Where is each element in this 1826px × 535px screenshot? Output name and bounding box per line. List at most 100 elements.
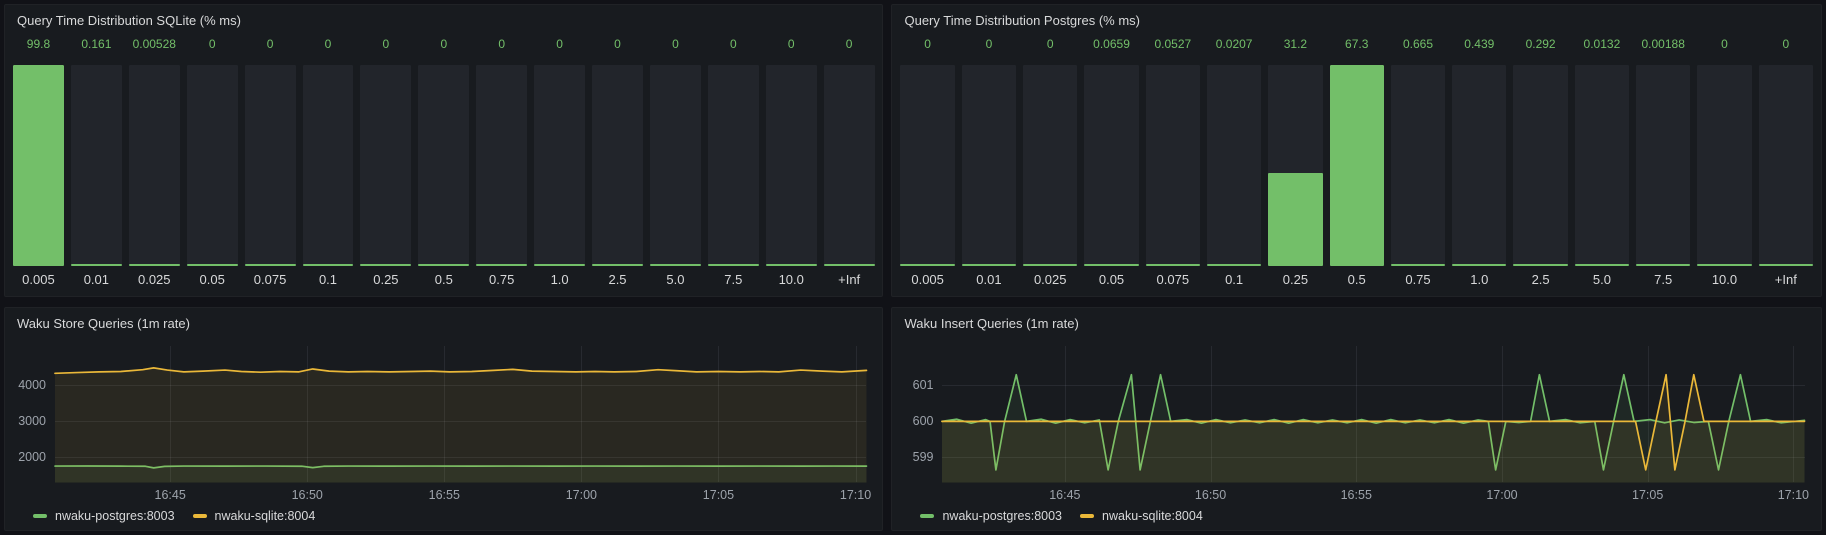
time-series-canvas <box>55 346 866 482</box>
panel-waku-store-queries: Waku Store Queries (1m rate) 20003000400… <box>4 307 883 531</box>
bar-fill <box>245 264 296 266</box>
bar-track <box>476 65 527 266</box>
bar-value-label: 0.0659 <box>1084 35 1138 53</box>
panel-title-insert-queries[interactable]: Waku Insert Queries (1m rate) <box>892 308 1821 336</box>
bar-track <box>592 65 643 266</box>
bar-track <box>1330 65 1384 266</box>
legend-item-nwaku-postgres:8003[interactable]: nwaku-postgres:8003 <box>33 509 175 523</box>
x-axis-tick-label: 17:00 <box>566 488 597 502</box>
bar-fill <box>1759 264 1813 266</box>
bar-track <box>708 65 759 266</box>
bar-track <box>962 65 1016 266</box>
bar-track <box>13 65 64 266</box>
bar-bucket-label: 0.05 <box>187 266 238 292</box>
bar-column: 0+Inf <box>1759 35 1813 292</box>
bar-value-label: 0 <box>476 35 527 53</box>
bar-bucket-label: 0.01 <box>71 266 122 292</box>
x-axis-tick-label: 17:05 <box>703 488 734 502</box>
panel-title-postgres-distribution[interactable]: Query Time Distribution Postgres (% ms) <box>892 5 1821 33</box>
bar-fill <box>824 264 875 266</box>
y-axis-tick-label: 4000 <box>18 378 46 392</box>
bar-fill <box>71 264 122 266</box>
bar-track <box>1268 65 1322 266</box>
legend-color-dash <box>920 514 934 518</box>
x-axis-tick-label: 16:55 <box>429 488 460 502</box>
bar-bucket-label: 0.5 <box>418 266 469 292</box>
store-queries-plot-area[interactable]: 20003000400016:4516:5016:5517:0017:0517:… <box>55 346 866 482</box>
bar-column: 00.25 <box>360 35 411 292</box>
bar-track <box>187 65 238 266</box>
bar-bucket-label: 0.01 <box>962 266 1016 292</box>
bar-value-label: 0.0527 <box>1146 35 1200 53</box>
legend-item-nwaku-postgres:8003[interactable]: nwaku-postgres:8003 <box>920 509 1062 523</box>
y-axis-tick-label: 3000 <box>18 414 46 428</box>
bar-bucket-label: +Inf <box>1759 266 1813 292</box>
bar-column: 01.0 <box>534 35 585 292</box>
bar-track <box>1207 65 1261 266</box>
legend-item-nwaku-sqlite:8004[interactable]: nwaku-sqlite:8004 <box>193 509 316 523</box>
panel-title-sqlite-distribution[interactable]: Query Time Distribution SQLite (% ms) <box>5 5 882 33</box>
bar-column: 00.01 <box>962 35 1016 292</box>
bar-gauge-sqlite: 99.80.0050.1610.010.005280.02500.0500.07… <box>5 33 882 296</box>
bar-column: 0.4391.0 <box>1452 35 1506 292</box>
bar-value-label: 0 <box>766 35 817 53</box>
bar-column: 0.005280.025 <box>129 35 180 292</box>
bar-track <box>71 65 122 266</box>
bar-column: 00.75 <box>476 35 527 292</box>
legend-series-label: nwaku-postgres:8003 <box>55 509 175 523</box>
insert-queries-legend: nwaku-postgres:8003 nwaku-sqlite:8004 <box>892 504 1811 528</box>
bar-fill <box>592 264 643 266</box>
insert-queries-chart-body: 59960060116:4516:5016:5517:0017:0517:10 … <box>892 336 1821 530</box>
bar-track <box>1759 65 1813 266</box>
bar-fill <box>1268 173 1322 266</box>
bar-bucket-label: 0.075 <box>1146 266 1200 292</box>
bar-track <box>360 65 411 266</box>
bar-fill <box>962 264 1016 266</box>
grafana-dashboard: Query Time Distribution SQLite (% ms) 99… <box>0 0 1826 535</box>
bar-column: 07.5 <box>708 35 759 292</box>
bar-value-label: 0 <box>418 35 469 53</box>
bar-fill <box>1330 65 1384 266</box>
bar-value-label: 0.665 <box>1391 35 1445 53</box>
bar-value-label: 0 <box>1023 35 1077 53</box>
insert-queries-plot-area[interactable]: 59960060116:4516:5016:5517:0017:0517:10 <box>942 346 1805 482</box>
bar-value-label: 0.292 <box>1513 35 1567 53</box>
bar-track <box>766 65 817 266</box>
bar-value-label: 0.0207 <box>1207 35 1261 53</box>
bar-column: 010.0 <box>1697 35 1751 292</box>
legend-item-nwaku-sqlite:8004[interactable]: nwaku-sqlite:8004 <box>1080 509 1203 523</box>
bar-bucket-label: 0.075 <box>245 266 296 292</box>
bar-value-label: 0.161 <box>71 35 122 53</box>
bar-fill <box>534 264 585 266</box>
bar-track <box>1575 65 1629 266</box>
bar-bucket-label: 2.5 <box>592 266 643 292</box>
bar-fill <box>1697 264 1751 266</box>
bar-value-label: 0.0132 <box>1575 35 1629 53</box>
bar-fill <box>900 264 954 266</box>
bar-track <box>1146 65 1200 266</box>
bar-bucket-label: 0.1 <box>303 266 354 292</box>
bar-column: 0.01325.0 <box>1575 35 1629 292</box>
bar-fill <box>1452 264 1506 266</box>
bar-bucket-label: 0.1 <box>1207 266 1261 292</box>
x-axis-tick-label: 16:55 <box>1341 488 1372 502</box>
bar-fill <box>303 264 354 266</box>
bar-value-label: 0 <box>534 35 585 53</box>
bar-bucket-label: 0.005 <box>900 266 954 292</box>
bar-track <box>245 65 296 266</box>
x-axis-tick-label: 16:45 <box>1049 488 1080 502</box>
bar-fill <box>708 264 759 266</box>
bar-value-label: 0 <box>708 35 759 53</box>
panel-title-store-queries[interactable]: Waku Store Queries (1m rate) <box>5 308 882 336</box>
bar-bucket-label: 2.5 <box>1513 266 1567 292</box>
bar-column: 0.292 2.5 <box>1513 35 1567 292</box>
x-axis-tick-label: 17:10 <box>1778 488 1809 502</box>
legend-series-label: nwaku-sqlite:8004 <box>215 509 316 523</box>
bar-column: 31.20.25 <box>1268 35 1322 292</box>
bar-column: 0.06590.05 <box>1084 35 1138 292</box>
bar-bucket-label: 10.0 <box>1697 266 1751 292</box>
legend-color-dash <box>193 514 207 518</box>
panel-query-time-distribution-sqlite: Query Time Distribution SQLite (% ms) 99… <box>4 4 883 297</box>
bar-bucket-label: 5.0 <box>650 266 701 292</box>
bar-track <box>1697 65 1751 266</box>
